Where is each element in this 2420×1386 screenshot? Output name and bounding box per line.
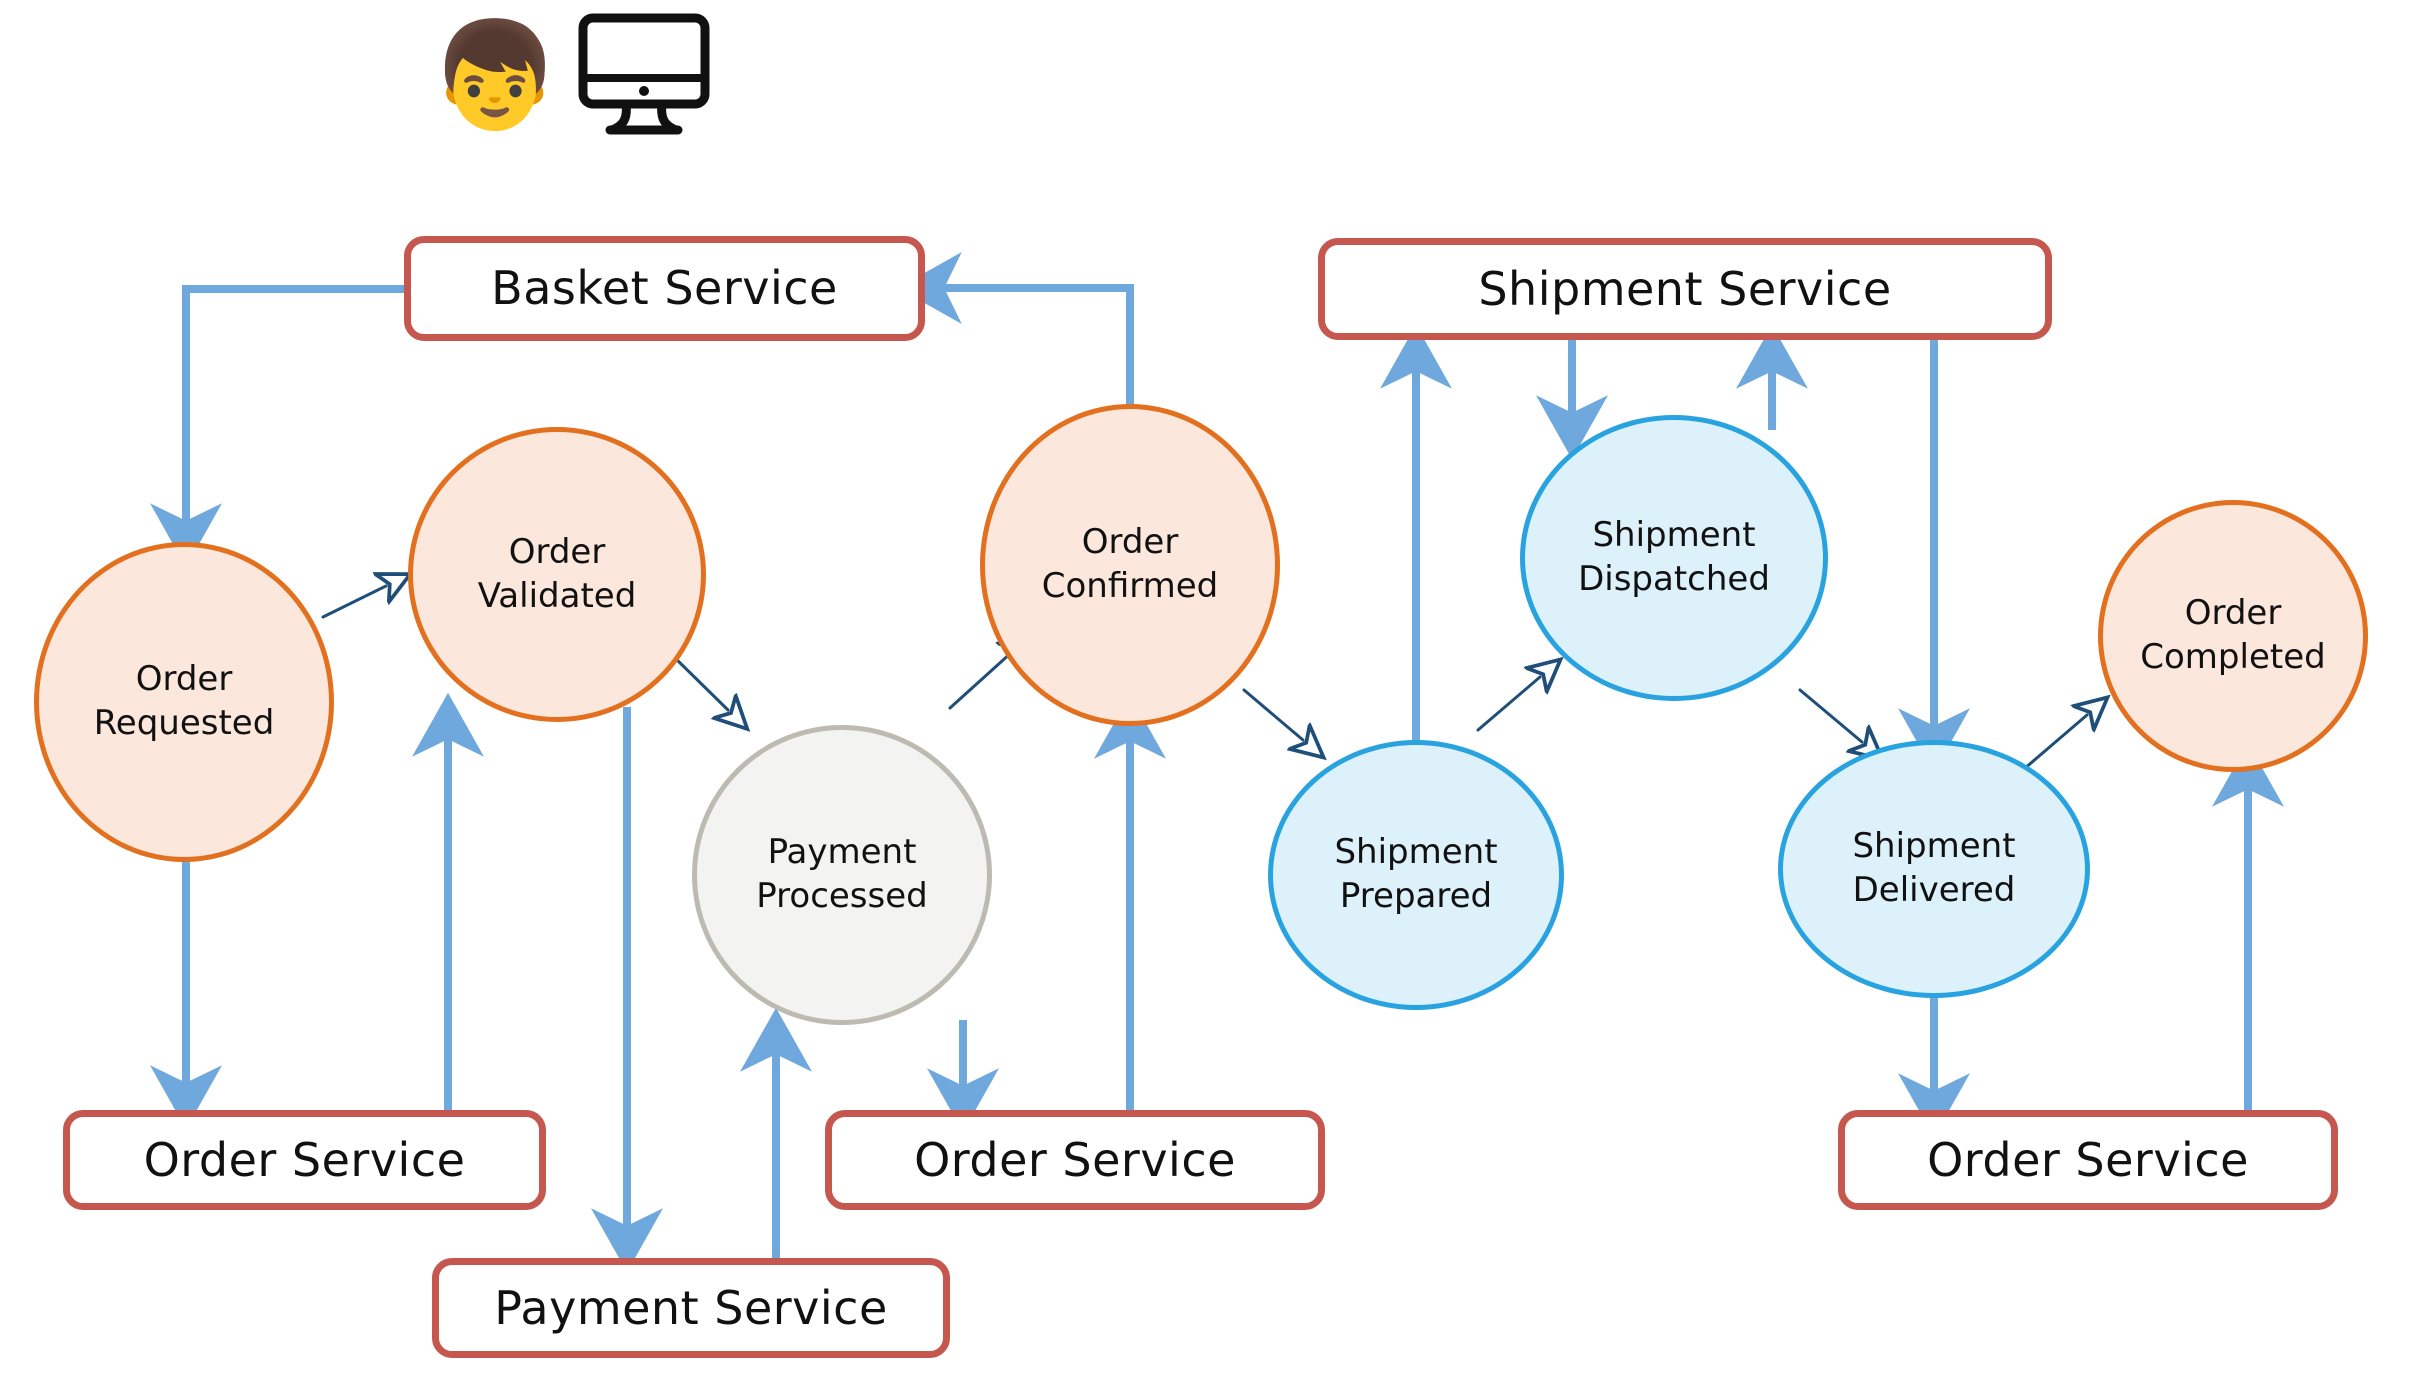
diagram-canvas: 👦 Basket Service Shipment Service Order … [0, 0, 2420, 1386]
state-label-line2: Processed [756, 876, 928, 916]
state-label-line1: Order [135, 659, 233, 700]
state-label-line1: Order [2184, 593, 2282, 634]
desktop-computer-icon [578, 13, 709, 135]
actor-user: 👦 [430, 12, 714, 137]
event-payment-processed-to-order-confirmed [948, 652, 1012, 710]
state-label-line1: Order [508, 531, 606, 572]
event-order-confirmed-to-shipment-prepared [1242, 688, 1303, 740]
state-label-line1: Shipment [1852, 826, 2016, 867]
state-label-line2: Confirmed [1041, 566, 1219, 606]
state-label-line1: Shipment [1334, 832, 1498, 873]
service-label: Payment Service [494, 1280, 888, 1335]
service-box-order-service-right[interactable]: Order Service [1838, 1110, 2338, 1210]
state-shipment-delivered[interactable]: Shipment Delivered [1778, 740, 2090, 998]
state-order-completed[interactable]: Order Completed [2098, 500, 2368, 772]
state-order-requested[interactable]: Order Requested [34, 542, 334, 862]
event-shipment-dispatched-to-shipment-delivered [1798, 688, 1862, 742]
state-label-line2: Delivered [1852, 870, 2016, 910]
state-label-line2: Validated [477, 575, 637, 616]
event-order-validated-to-payment-processed [671, 654, 728, 710]
state-shipment-prepared[interactable]: Shipment Prepared [1268, 740, 1564, 1010]
state-payment-processed[interactable]: Payment Processed [692, 725, 992, 1025]
state-label-line2: Dispatched [1578, 559, 1770, 599]
event-shipment-prepared-to-shipment-dispatched [1476, 677, 1540, 732]
state-label-line2: Completed [2140, 637, 2326, 677]
service-label: Basket Service [491, 261, 838, 316]
state-label-line1: Payment [767, 832, 917, 873]
service-label: Order Service [1927, 1132, 2249, 1187]
state-label-line1: Order [1081, 522, 1179, 563]
state-order-validated[interactable]: Order Validated [408, 427, 706, 722]
service-box-payment-service[interactable]: Payment Service [432, 1258, 950, 1358]
flow-order-confirmed-to-basket [897, 252, 1134, 407]
service-label: Shipment Service [1478, 261, 1892, 316]
state-label-line1: Shipment [1592, 515, 1756, 556]
state-label-line2: Prepared [1339, 876, 1493, 916]
state-shipment-dispatched[interactable]: Shipment Dispatched [1520, 415, 1828, 701]
state-order-confirmed[interactable]: Order Confirmed [980, 404, 1280, 726]
state-label-line2: Requested [93, 703, 275, 743]
service-box-order-service-mid[interactable]: Order Service [825, 1110, 1325, 1210]
service-label: Order Service [143, 1132, 466, 1187]
person-face-icon: 👦 [430, 13, 560, 136]
service-box-order-service-left[interactable]: Order Service [63, 1110, 546, 1210]
service-label: Order Service [914, 1132, 1236, 1187]
event-order-requested-to-order-validated [321, 586, 386, 619]
event-shipment-delivered-to-order-completed [2022, 715, 2087, 771]
service-box-shipment-service[interactable]: Shipment Service [1318, 238, 2052, 340]
service-box-basket-service[interactable]: Basket Service [404, 236, 925, 341]
flow-basket-to-order-requested [150, 285, 404, 568]
